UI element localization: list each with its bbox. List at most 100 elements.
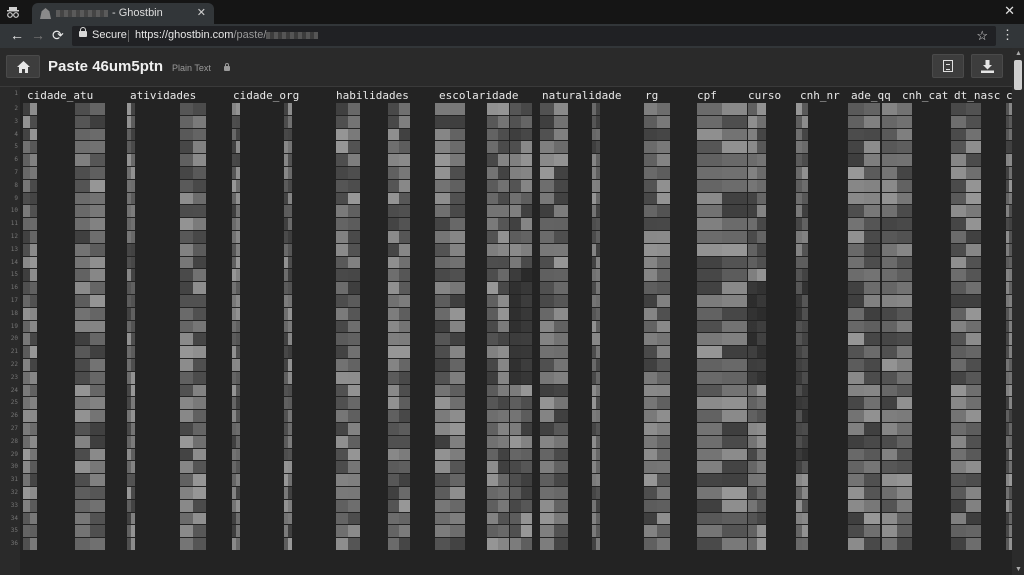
redacted-cell	[388, 282, 410, 294]
redacted-cell	[796, 359, 808, 371]
redacted-cell	[435, 154, 465, 166]
redacted-cell	[882, 115, 912, 128]
home-button[interactable]	[6, 55, 40, 78]
forward-button[interactable]: →	[31, 27, 45, 43]
redacted-cell	[540, 525, 568, 538]
line-number: 12	[10, 233, 18, 240]
reload-button[interactable]: ⟳	[52, 27, 64, 44]
redacted-cell	[388, 205, 410, 218]
redacted-cell	[75, 487, 105, 499]
redacted-cell	[232, 371, 240, 384]
redacted-cell	[388, 115, 410, 128]
redacted-cell	[388, 167, 410, 179]
column-header: cnh_cat	[902, 89, 949, 102]
redacted-cell	[796, 538, 808, 550]
redacted-cell	[23, 448, 37, 461]
redacted-cell	[284, 179, 292, 192]
redacted-cell	[388, 128, 410, 141]
scrollbar-thumb[interactable]	[1014, 60, 1022, 90]
redacted-cell	[75, 423, 105, 435]
redacted-cell	[435, 141, 465, 154]
address-bar[interactable]: Secure https://ghostbin.com/paste/ ☆	[72, 26, 996, 46]
redacted-cell	[232, 141, 240, 154]
redacted-cell	[284, 448, 292, 461]
redacted-cell	[848, 538, 880, 550]
redacted-cell	[232, 179, 240, 192]
redacted-cell	[127, 295, 135, 307]
redacted-cell	[951, 461, 981, 474]
line-number: 2	[14, 105, 18, 112]
redacted-cell	[127, 371, 135, 384]
redacted-cell	[951, 499, 981, 512]
redacted-cell	[882, 128, 912, 141]
redacted-cell	[75, 525, 105, 538]
redacted-cell	[697, 461, 747, 474]
redacted-cell	[882, 499, 912, 512]
redacted-cell	[232, 346, 240, 358]
back-button[interactable]: ←	[10, 27, 24, 43]
redacted-cell	[748, 192, 766, 205]
redacted-cell	[180, 320, 206, 333]
redacted-cell	[284, 525, 292, 538]
redacted-cell	[487, 384, 509, 397]
redacted-cell	[127, 474, 135, 486]
scroll-down-icon[interactable]: ▼	[1015, 566, 1022, 573]
redacted-cell	[748, 423, 766, 435]
redacted-cell	[180, 179, 206, 192]
redacted-cell	[127, 487, 135, 499]
redacted-cell	[540, 487, 568, 499]
star-icon[interactable]: ☆	[976, 28, 988, 44]
browser-tab[interactable]: - Ghostbin ✕	[32, 3, 214, 24]
tab-close-icon[interactable]: ✕	[197, 6, 206, 19]
kebab-menu-icon[interactable]: ⋮	[1001, 27, 1014, 43]
redacted-cell	[796, 423, 808, 435]
redacted-cell	[848, 179, 880, 192]
redacted-cell	[487, 103, 509, 115]
redacted-cell	[180, 115, 206, 128]
redacted-cell	[592, 461, 600, 474]
redacted-cell	[882, 333, 912, 346]
redacted-cell	[592, 141, 600, 154]
redacted-cell	[540, 320, 568, 333]
redacted-cell	[284, 103, 292, 115]
redacted-cell	[388, 397, 410, 410]
redacted-cell	[487, 115, 509, 128]
redacted-cell	[848, 499, 880, 512]
scroll-up-icon[interactable]: ▲	[1015, 50, 1022, 57]
redacted-cell	[592, 205, 600, 218]
vertical-scrollbar[interactable]: ▲ ▼	[1012, 48, 1024, 575]
redacted-cell	[644, 256, 670, 269]
redacted-cell	[284, 167, 292, 179]
paste-body[interactable]: 1 2 3 4 5 6 7 8 9 10 11 12 13 14 15 16 17 18 19 20 21 22 23 24…	[0, 87, 1012, 575]
redacted-cell	[592, 397, 600, 410]
redacted-cell	[592, 499, 600, 512]
redacted-cell	[748, 282, 766, 294]
redacted-cell	[796, 525, 808, 538]
redacted-cell	[75, 320, 105, 333]
redacted-cell	[23, 435, 37, 448]
download-button[interactable]	[971, 54, 1003, 78]
redacted-cell	[232, 154, 240, 166]
redacted-cell	[75, 461, 105, 474]
redacted-cell	[592, 320, 600, 333]
redacted-cell	[127, 218, 135, 230]
redacted-cell	[75, 538, 105, 550]
redacted-cell	[796, 371, 808, 384]
window-close-icon[interactable]: ✕	[1004, 3, 1015, 19]
redacted-cell	[336, 499, 360, 512]
redacted-cell	[336, 525, 360, 538]
redacted-cell	[951, 333, 981, 346]
raw-button[interactable]	[932, 54, 964, 78]
redacted-cell	[180, 269, 206, 282]
redacted-cell	[180, 435, 206, 448]
redacted-cell	[75, 243, 105, 256]
url-text[interactable]: https://ghostbin.com/paste/	[135, 29, 319, 41]
column-header: escolaridade	[439, 89, 519, 102]
redacted-cell	[487, 359, 509, 371]
redacted-cell	[180, 525, 206, 538]
redacted-cell	[336, 333, 360, 346]
redacted-cell	[748, 269, 766, 282]
redacted-cell	[180, 346, 206, 358]
redacted-cell	[180, 359, 206, 371]
redacted-cell	[487, 371, 509, 384]
